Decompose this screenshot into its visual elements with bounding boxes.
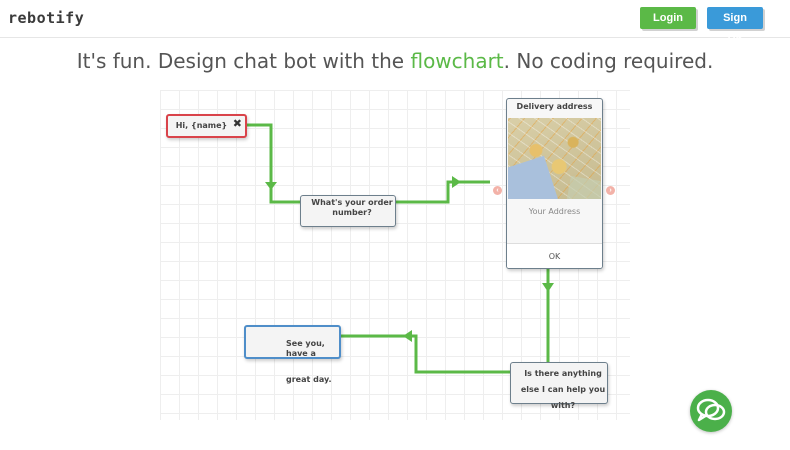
rebotify-logo[interactable]: rebotify: [8, 9, 84, 27]
goodbye-text: See you, have a great day.: [246, 327, 339, 385]
order-node-line1: What's your order: [311, 198, 393, 207]
chat-bubble-glyph: [696, 398, 726, 422]
top-navbar: rebotify Login Sign Up: [0, 0, 790, 46]
order-number-node[interactable]: What's your order number?: [300, 195, 396, 227]
close-icon[interactable]: ✖: [233, 114, 242, 134]
chevron-left-icon[interactable]: ‹: [493, 186, 502, 195]
chat-bubble-icon[interactable]: [690, 390, 732, 432]
order-node-line2: number?: [332, 208, 372, 217]
goodbye-line2: great day.: [286, 375, 332, 384]
chevron-right-icon[interactable]: ›: [606, 186, 615, 195]
anything-line2: else I can help you: [520, 385, 606, 394]
anything-else-node[interactable]: Is there anything else I can help you wi…: [510, 362, 608, 410]
ok-area: OK: [507, 243, 602, 268]
start-node[interactable]: Hi, {name} ✖: [166, 114, 247, 138]
anything-line3: with?: [550, 401, 576, 410]
headline-highlight: flowchart: [410, 49, 504, 73]
ok-button[interactable]: OK: [507, 252, 602, 261]
headline-before: It's fun. Design chat bot with the: [76, 49, 411, 73]
start-node-label: Hi, {name}: [175, 121, 228, 130]
delivery-address-card[interactable]: Delivery address Your Address OK: [506, 98, 603, 269]
goodbye-node[interactable]: See you, have a great day.: [244, 325, 341, 384]
address-input[interactable]: Your Address: [507, 207, 602, 216]
anything-line1: Is there anything: [524, 369, 602, 378]
headline-after: . No coding required.: [503, 49, 714, 73]
login-button[interactable]: Login: [640, 7, 696, 29]
page-headline: It's fun. Design chat bot with the flowc…: [0, 49, 790, 73]
signup-button[interactable]: Sign Up: [707, 7, 763, 46]
map-image: [508, 118, 601, 199]
goodbye-line1: See you, have a: [286, 339, 325, 358]
card-title: Delivery address: [516, 102, 593, 111]
